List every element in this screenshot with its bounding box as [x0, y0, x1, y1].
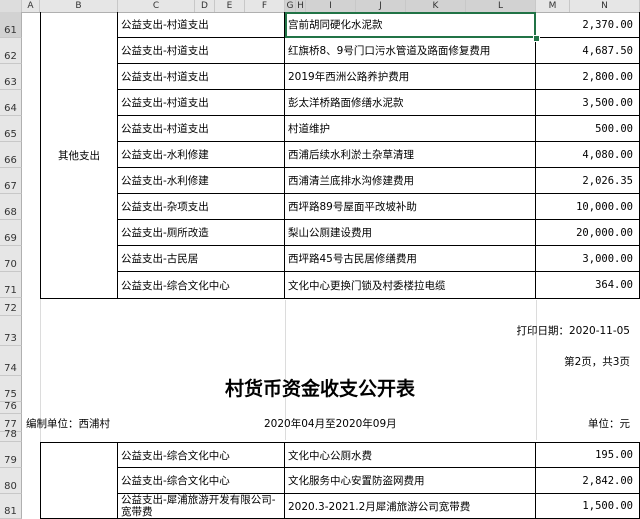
row-header-70[interactable]: 70 — [0, 246, 22, 272]
amount-cell[interactable]: 4,080.00 — [536, 142, 640, 168]
description-cell[interactable]: 梨山公厕建设费用 — [285, 220, 536, 246]
col-header-f[interactable]: F — [245, 0, 285, 12]
row-header-69[interactable]: 69 — [0, 220, 22, 246]
row-header-62[interactable]: 62 — [0, 38, 22, 64]
group-label-cell-continued[interactable] — [40, 442, 118, 519]
col-header-h[interactable]: H — [296, 0, 306, 12]
category-cell[interactable]: 公益支出-厕所改造 — [118, 220, 285, 246]
description-cell[interactable]: 红旗桥8、9号门口污水管道及路面修复费用 — [285, 38, 536, 64]
col-header-k[interactable]: K — [406, 0, 466, 12]
fill-handle[interactable] — [533, 35, 540, 42]
col-header-g[interactable]: G — [285, 0, 296, 12]
reporting-period: 2020年04月至2020年09月 — [264, 418, 397, 430]
amount-cell[interactable]: 195.00 — [536, 442, 640, 468]
col-header-m[interactable]: M — [536, 0, 570, 12]
amount-cell[interactable]: 10,000.00 — [536, 194, 640, 220]
row-header-68[interactable]: 68 — [0, 194, 22, 220]
description-cell[interactable]: 西坪路89号屋面平改坡补助 — [285, 194, 536, 220]
category-cell[interactable]: 公益支出-杂项支出 — [118, 194, 285, 220]
amount-cell[interactable]: 2,370.00 — [536, 12, 640, 38]
category-cell[interactable]: 公益支出-村道支出 — [118, 38, 285, 64]
row-header-73[interactable]: 73 — [0, 316, 22, 346]
category-cell[interactable]: 公益支出-综合文化中心 — [118, 468, 285, 494]
gridline — [536, 300, 537, 440]
row-header-74[interactable]: 74 — [0, 346, 22, 376]
col-header-c[interactable]: C — [118, 0, 195, 12]
row-header-80[interactable]: 80 — [0, 468, 22, 494]
amount-cell[interactable]: 2,842.00 — [536, 468, 640, 494]
report-title: 村货币资金收支公开表 — [224, 378, 415, 400]
row-header-66[interactable]: 66 — [0, 142, 22, 168]
row-header-78[interactable]: 78 — [0, 429, 22, 442]
category-cell[interactable]: 公益支出-村道支出 — [118, 90, 285, 116]
category-cell[interactable]: 公益支出-水利修建 — [118, 168, 285, 194]
row-header-61[interactable]: 61 — [0, 12, 22, 38]
amount-cell[interactable]: 20,000.00 — [536, 220, 640, 246]
category-cell[interactable]: 公益支出-综合文化中心 — [118, 272, 285, 299]
description-cell[interactable]: 西浦清兰底排水沟修建费用 — [285, 168, 536, 194]
col-header-n[interactable]: N — [570, 0, 640, 12]
row-header-65[interactable]: 65 — [0, 116, 22, 142]
amount-cell[interactable]: 500.00 — [536, 116, 640, 142]
description-cell[interactable]: 文化中心更换门锁及村委楼拉电缆 — [285, 272, 536, 299]
description-cell[interactable]: 文化服务中心安置防盗网费用 — [285, 468, 536, 494]
col-header-e[interactable]: E — [215, 0, 245, 12]
amount-cell[interactable]: 364.00 — [536, 272, 640, 299]
row-header-64[interactable]: 64 — [0, 90, 22, 116]
col-header-d[interactable]: D — [195, 0, 215, 12]
amount-cell[interactable]: 4,687.50 — [536, 38, 640, 64]
amount-cell[interactable]: 3,500.00 — [536, 90, 640, 116]
category-cell[interactable]: 公益支出-犀浦旅游开发有限公司-宽带费 — [118, 494, 285, 519]
row-header-76[interactable]: 76 — [0, 401, 22, 414]
description-cell[interactable]: 村道维护 — [285, 116, 536, 142]
col-header-a[interactable]: A — [22, 0, 40, 12]
group-label-cell[interactable]: 其他支出 — [40, 12, 118, 299]
row-header-67[interactable]: 67 — [0, 168, 22, 194]
select-all-corner[interactable] — [0, 0, 22, 12]
amount-cell[interactable]: 2,026.35 — [536, 168, 640, 194]
description-cell[interactable]: 2020.3-2021.2月犀浦旅游公司宽带费 — [285, 494, 536, 519]
category-cell[interactable]: 公益支出-综合文化中心 — [118, 442, 285, 468]
col-header-j[interactable]: J — [356, 0, 406, 12]
col-header-b[interactable]: B — [40, 0, 118, 12]
row-header-79[interactable]: 79 — [0, 442, 22, 468]
amount-cell[interactable]: 2,800.00 — [536, 64, 640, 90]
active-cell-selection[interactable] — [285, 12, 536, 38]
category-cell[interactable]: 公益支出-水利修建 — [118, 142, 285, 168]
amount-cell[interactable]: 3,000.00 — [536, 246, 640, 272]
print-date: 打印日期：2020-11-05 — [516, 325, 630, 337]
row-header-81[interactable]: 81 — [0, 494, 22, 519]
row-header-71[interactable]: 71 — [0, 272, 22, 298]
category-cell[interactable]: 公益支出-村道支出 — [118, 12, 285, 38]
category-cell[interactable]: 公益支出-古民居 — [118, 246, 285, 272]
row-header-72[interactable]: 72 — [0, 298, 22, 316]
currency-unit: 单位：元 — [588, 418, 630, 430]
page-info: 第2页，共3页 — [564, 356, 630, 368]
category-cell[interactable]: 公益支出-村道支出 — [118, 116, 285, 142]
description-cell[interactable]: 文化中心公厕水费 — [285, 442, 536, 468]
description-cell[interactable]: 西坪路45号古民居修缮费用 — [285, 246, 536, 272]
col-header-l[interactable]: L — [466, 0, 536, 12]
description-cell[interactable]: 2019年西洲公路养护费用 — [285, 64, 536, 90]
description-cell[interactable]: 彭太洋桥路面修缮水泥款 — [285, 90, 536, 116]
col-header-i[interactable]: I — [306, 0, 356, 12]
description-cell[interactable]: 西浦后续水利淤土杂草清理 — [285, 142, 536, 168]
category-cell[interactable]: 公益支出-村道支出 — [118, 64, 285, 90]
row-header-63[interactable]: 63 — [0, 64, 22, 90]
amount-cell[interactable]: 1,500.00 — [536, 494, 640, 519]
compiling-unit: 编制单位：西浦村 — [26, 418, 110, 430]
